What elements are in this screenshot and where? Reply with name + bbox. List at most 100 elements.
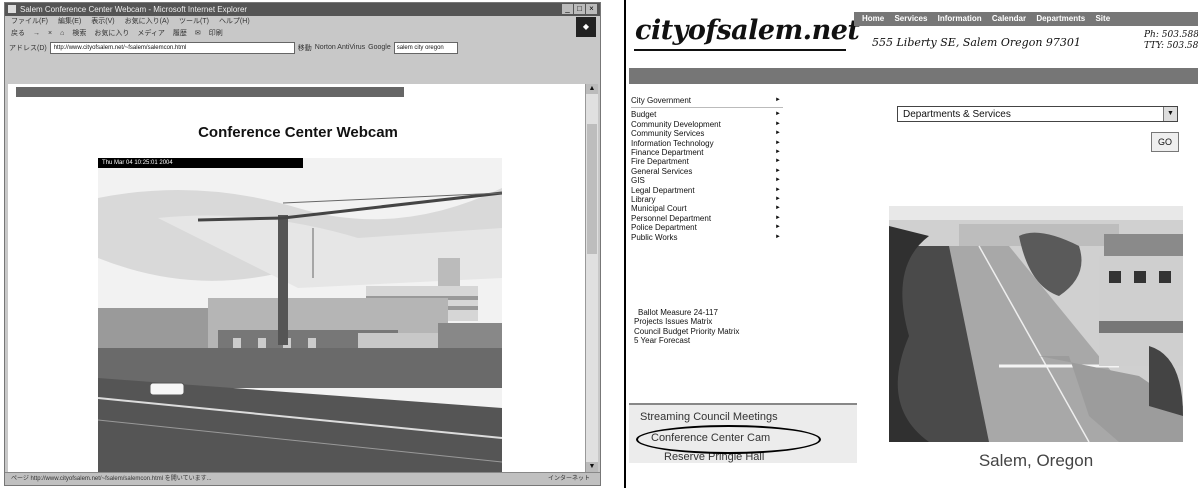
menu-item-label: Information Technology [631,138,714,148]
menu-item[interactable]: GIS ► [631,176,781,185]
arrow-right-icon: ► [775,196,781,203]
menu-favorites[interactable]: お気に入り(A) [125,16,169,27]
menu-item-label: Fire Department [631,157,689,167]
menu-item[interactable]: Fire Department ► [631,157,781,166]
status-bar: ページ http://www.cityofsalem.net/~fsalem/s… [5,472,600,485]
webcam-scene [98,158,502,472]
browser-window: Salem Conference Center Webcam - Microso… [4,2,601,486]
nav-departments[interactable]: Departments [1036,14,1085,23]
menu-item[interactable]: General Services ► [631,167,781,176]
search-button[interactable]: 検索 [72,28,86,40]
scroll-thumb[interactable] [587,124,597,254]
link-streaming-meetings[interactable]: Streaming Council Meetings [640,411,778,423]
salem-photo [889,206,1183,442]
minimize-button[interactable]: _ [562,4,573,14]
address-bar: アドレス(D) http://www.cityofsalem.net/~fsal… [5,41,600,54]
menu-file[interactable]: ファイル(F) [11,16,48,27]
departments-select[interactable]: Departments & Services ▼ [897,106,1178,122]
nav-services[interactable]: Services [894,14,927,23]
chevron-down-icon[interactable]: ▼ [1163,107,1177,121]
close-button[interactable]: × [586,4,597,14]
menu-item[interactable]: Budget ► [631,110,781,119]
menu-item[interactable]: Finance Department ► [631,148,781,157]
arrow-right-icon: ► [775,233,781,240]
window-title: Salem Conference Center Webcam - Microso… [20,5,248,14]
link-ballot-measure[interactable]: Ballot Measure 24-117 [634,308,739,317]
print-button[interactable]: 印刷 [209,28,223,40]
link-budget-matrix[interactable]: Council Budget Priority Matrix [634,327,739,336]
arrow-right-icon: ► [775,186,781,193]
arrow-right-icon: ► [775,214,781,221]
link-forecast[interactable]: 5 Year Forecast [634,336,739,345]
menu-item[interactable]: Municipal Court ► [631,204,781,213]
menu-edit[interactable]: 編集(E) [58,16,81,27]
menu-item[interactable]: Community Services ► [631,129,781,138]
webcam-image: Thu Mar 04 10:25:01 2004 [98,158,502,472]
arrow-right-icon: ► [775,111,781,118]
arrow-right-icon: ► [775,167,781,174]
home-button[interactable]: ⌂ [60,28,64,40]
menu-item[interactable]: Library ► [631,195,781,204]
history-button[interactable]: 履歴 [173,28,187,40]
phone-numbers: Ph: 503.588 TTY: 503.588 [1144,30,1198,52]
browser-viewport: Conference Center Webcam Thu Mar 04 10:2… [8,84,588,472]
arrow-right-icon: ► [775,205,781,212]
stop-button[interactable]: × [48,28,52,40]
menu-help[interactable]: ヘルプ(H) [219,16,250,27]
scroll-down-icon[interactable]: ▼ [586,462,598,472]
scroll-up-icon[interactable]: ▲ [586,84,598,94]
city-website: cityofsalem.net Home Services Informatio… [624,0,1198,488]
forward-button[interactable]: → [33,28,40,40]
address-label: アドレス(D) [9,44,47,52]
mail-button[interactable]: ✉ [195,28,201,40]
zone-text: インターネット [547,476,590,482]
menu-item[interactable]: Legal Department ► [631,186,781,195]
menu-item-label: Municipal Court [631,204,687,214]
back-button[interactable]: 戻る [11,28,25,40]
go-button[interactable]: 移動 [298,43,312,53]
menu-item-label: Community Development [631,119,721,129]
nav-site[interactable]: Site [1095,14,1110,23]
maximize-button[interactable]: □ [574,4,585,14]
media-button[interactable]: メディア [137,28,165,40]
menu-item-label: Legal Department [631,185,695,195]
logo-underline [634,49,846,51]
link-projects-matrix[interactable]: Projects Issues Matrix [634,317,739,326]
favorites-button[interactable]: お気に入り [94,28,129,40]
menu-item-label: GIS [631,176,645,186]
menu-item[interactable]: Information Technology ► [631,139,781,148]
menu-item-label: Library [631,195,656,205]
go-button[interactable]: GO [1151,132,1179,152]
menu-tools[interactable]: ツール(T) [179,16,209,27]
menu-item[interactable]: Police Department ► [631,223,781,232]
panel-divider [629,403,857,405]
nav-information[interactable]: Information [938,14,982,23]
ie-icon [8,5,16,13]
url-input[interactable]: http://www.cityofsalem.net/~fsalem/salem… [49,41,295,54]
department-menu: City Government ► Budget ► Community Devel… [631,96,783,242]
site-logo[interactable]: cityofsalem.net [635,15,860,46]
status-text: ページ http://www.cityofsalem.net/~fsalem/s… [11,476,212,482]
menu-view[interactable]: 表示(V) [91,16,114,27]
menu-item[interactable]: Personnel Department ► [631,214,781,223]
menu-item[interactable]: City Government ► [631,96,781,105]
nav-calendar[interactable]: Calendar [992,14,1026,23]
nav-home[interactable]: Home [862,14,884,23]
vertical-scrollbar[interactable]: ▲ ▼ [585,84,598,472]
menu-item-label: Community Services [631,129,705,139]
menu-item[interactable]: Community Development ► [631,120,781,129]
street-scene [889,206,1183,442]
menu-item[interactable]: Public Works ► [631,233,781,242]
arrow-right-icon: ► [775,224,781,231]
google-label: Google [368,44,391,51]
arrow-right-icon: ► [775,177,781,184]
menu-bar: ファイル(F) 編集(E) 表示(V) お気に入り(A) ツール(T) ヘルプ(… [5,16,600,27]
title-bar: Salem Conference Center Webcam - Microso… [5,3,600,16]
arrow-right-icon: ► [775,149,781,156]
menu-divider [631,107,783,109]
norton-link[interactable]: Norton AntiVirus [315,44,365,51]
menu-item-label: Police Department [631,223,697,233]
header-band [629,68,1198,84]
google-search-input[interactable]: salem city oregon [393,41,458,54]
menu-item-label: Public Works [631,232,678,242]
